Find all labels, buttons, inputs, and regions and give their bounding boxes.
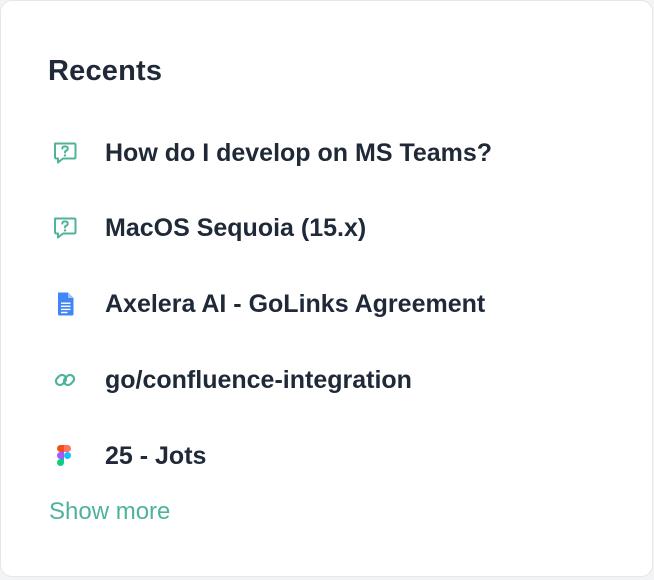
recents-title: Recents (48, 55, 163, 87)
recent-item-label: go/confluence-integration (105, 365, 412, 394)
google-docs-icon (51, 287, 85, 321)
recent-item-jots[interactable]: 25 - Jots (51, 434, 611, 478)
question-chat-icon (51, 211, 85, 245)
golink-icon (51, 363, 85, 397)
recent-item-macos-sequoia[interactable]: MacOS Sequoia (15.x) (51, 206, 611, 250)
show-more-link[interactable]: Show more (49, 498, 170, 526)
recent-item-label: Axelera AI - GoLinks Agreement (105, 289, 486, 318)
recent-item-ms-teams[interactable]: How do I develop on MS Teams? (51, 131, 611, 175)
recent-item-label: How do I develop on MS Teams? (105, 138, 493, 167)
recents-card: Recents How do I develop on MS Teams? Ma… (0, 0, 653, 577)
recent-item-confluence-integration[interactable]: go/confluence-integration (51, 358, 611, 402)
figma-icon (51, 439, 85, 473)
question-chat-icon (51, 136, 85, 170)
recent-item-axelera-agreement[interactable]: Axelera AI - GoLinks Agreement (51, 282, 611, 326)
recent-item-label: MacOS Sequoia (15.x) (105, 213, 367, 242)
recent-item-label: 25 - Jots (105, 441, 207, 470)
